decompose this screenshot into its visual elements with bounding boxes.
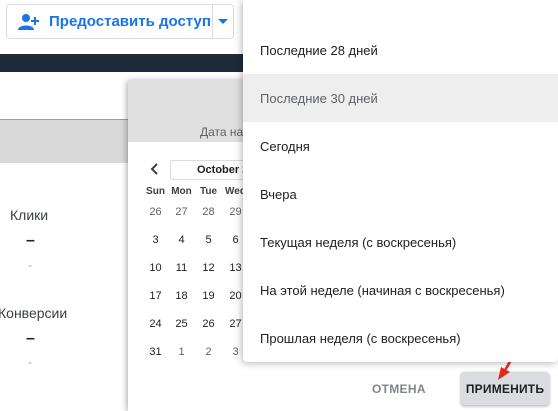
weekday-header: Sun — [146, 186, 165, 197]
calendar-day[interactable]: 18 — [168, 290, 195, 302]
cancel-button[interactable]: ОТМЕНА — [372, 382, 426, 396]
share-dropdown-toggle[interactable] — [213, 5, 233, 38]
calendar-day[interactable]: 12 — [195, 262, 222, 274]
calendar-day[interactable]: 25 — [168, 318, 195, 330]
metric-value-clicks: – — [26, 232, 35, 249]
chevron-left-icon[interactable] — [148, 162, 162, 176]
calendar-day[interactable]: 5 — [195, 234, 222, 246]
calendar-day[interactable]: 4 — [168, 234, 195, 246]
share-button-label: Предоставить доступ — [49, 13, 211, 30]
preset-this-week[interactable]: На этой неделе (начиная с воскресенья) — [243, 266, 558, 314]
person-add-icon — [18, 13, 39, 30]
calendar-day[interactable]: 17 — [142, 290, 169, 302]
weekday-header: Tue — [199, 186, 218, 197]
calendar-day[interactable]: 19 — [195, 290, 222, 302]
calendar-day[interactable]: 31 — [142, 346, 169, 358]
month-label: October 2 — [197, 164, 249, 176]
metric-value-conversions: – — [26, 330, 35, 347]
date-preset-menu: Последние 28 дней Последние 30 дней Сего… — [243, 0, 558, 362]
calendar-day[interactable]: 27 — [168, 206, 195, 218]
calendar-day[interactable]: 26 — [142, 206, 169, 218]
preset-today[interactable]: Сегодня — [243, 122, 558, 170]
calendar-day[interactable]: 28 — [195, 206, 222, 218]
report-band — [0, 120, 140, 163]
preset-yesterday[interactable]: Вчера — [243, 170, 558, 218]
preset-last-week[interactable]: Прошлая неделя (с воскресенья) — [243, 314, 558, 362]
metric-sub-conversions: - — [28, 355, 32, 369]
weekday-header: Mon — [171, 186, 192, 197]
calendar-day[interactable]: 3 — [142, 234, 169, 246]
preset-last-30-days[interactable]: Последние 30 дней — [243, 74, 558, 122]
month-select[interactable]: October 2 — [170, 160, 250, 180]
metric-sub-clicks: - — [28, 258, 32, 272]
calendar-day[interactable]: 24 — [142, 318, 169, 330]
preset-last-28-days[interactable]: Последние 28 дней — [243, 26, 558, 74]
calendar-day[interactable]: 10 — [142, 262, 169, 274]
share-button[interactable]: Предоставить доступ — [7, 5, 213, 38]
metric-label-clicks: Клики — [10, 207, 49, 223]
preset-current-week[interactable]: Текущая неделя (с воскресенья) — [243, 218, 558, 266]
dialog-subtitle: Дата на — [200, 125, 244, 139]
caret-down-icon — [218, 18, 228, 24]
calendar-day[interactable]: 2 — [195, 346, 222, 358]
metric-label-conversions: Конверсии — [0, 305, 68, 321]
calendar-day[interactable]: 11 — [168, 262, 195, 274]
share-split-button: Предоставить доступ — [6, 4, 234, 39]
calendar-day[interactable]: 1 — [168, 346, 195, 358]
calendar-day[interactable]: 26 — [195, 318, 222, 330]
